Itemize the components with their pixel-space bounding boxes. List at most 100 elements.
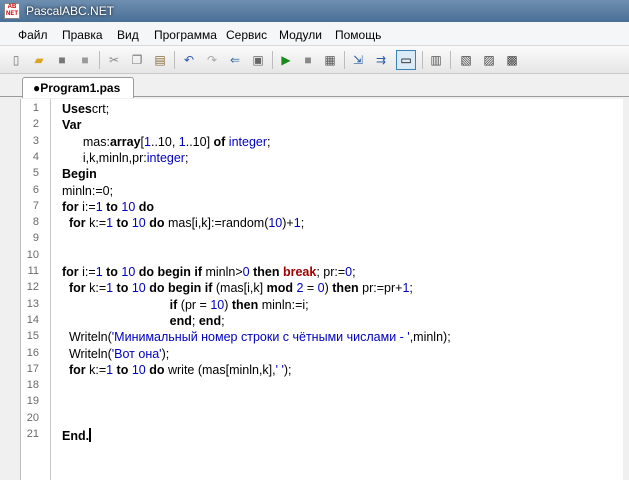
code-line: end; end; xyxy=(62,314,225,330)
code-token: 1 xyxy=(178,134,186,149)
form-designer-icon[interactable]: ▥ xyxy=(428,52,444,68)
code-token: ; xyxy=(184,150,189,165)
code-token: do xyxy=(135,199,155,214)
code-token: 10 xyxy=(128,281,146,296)
code-token: for xyxy=(62,199,79,214)
run-icon[interactable]: ▶ xyxy=(278,52,294,68)
line-number-gutter: 1 2 3 4 5 6 7 8 9 10 11 12 13 14 15 16 17 18 19 20 21 xyxy=(21,99,47,480)
code-editor[interactable]: 1 2 3 4 5 6 7 8 9 10 11 12 13 14 15 16 17 18 19 20 21 Usescr… xyxy=(20,99,623,480)
code-token: i:= xyxy=(78,265,96,279)
step-into-icon[interactable]: ⇲ xyxy=(350,52,366,68)
window-title: PascalABC.NET xyxy=(26,4,115,18)
menu-service[interactable]: Сервис xyxy=(226,28,267,42)
code-token: = xyxy=(303,281,318,296)
code-token: mod xyxy=(266,281,293,296)
code-token: Writeln( xyxy=(62,346,112,361)
code-token: ; xyxy=(300,216,305,231)
code-token: do xyxy=(145,216,165,231)
code-token: 10 xyxy=(117,265,136,279)
menu-modules[interactable]: Модули xyxy=(279,28,322,42)
output-window-icon[interactable]: ▭ xyxy=(396,50,416,70)
code-token: do xyxy=(145,362,165,377)
menu-edit[interactable]: Правка xyxy=(62,28,103,42)
tab-program1[interactable]: ●Program1.pas xyxy=(22,77,134,98)
code-line: for k:=1 to 10 do write (mas[minln,k],' … xyxy=(62,363,292,379)
cut-icon[interactable]: ✂ xyxy=(106,52,122,68)
code-token: ..10] xyxy=(185,134,214,149)
line-number: 13 xyxy=(26,297,39,310)
code-token: End. xyxy=(62,429,90,443)
paste-icon[interactable]: ▤ xyxy=(152,52,168,68)
code-token: ; pr:= xyxy=(316,265,346,279)
line-number: 16 xyxy=(26,346,39,359)
line-number: 1 xyxy=(32,102,39,114)
menu-file[interactable]: Файл xyxy=(18,28,48,42)
code-token: end xyxy=(198,313,222,328)
code-line: End. xyxy=(62,428,92,444)
code-line: Writeln('Вот она'); xyxy=(62,347,169,363)
stop-icon[interactable]: ■ xyxy=(300,52,316,68)
open-folder-icon[interactable]: ▰ xyxy=(31,52,47,68)
save-icon[interactable]: ■ xyxy=(54,52,70,68)
line-number: 17 xyxy=(26,362,39,375)
code-token: Uses xyxy=(62,102,92,116)
code-token: ); xyxy=(161,346,170,361)
code-token: 1 xyxy=(293,216,301,231)
menu-view[interactable]: Вид xyxy=(117,28,139,42)
line-number: 3 xyxy=(32,134,39,147)
code-token: ); xyxy=(283,362,292,377)
toolbar-separator xyxy=(272,51,273,69)
code-line: mas:array[1..10, 1..10] of integer; xyxy=(62,135,271,151)
code-line: minln:=0; xyxy=(62,184,113,200)
code-token: 10 xyxy=(128,362,146,377)
code-token: )+ xyxy=(282,216,294,231)
dll-icon[interactable]: ▧ xyxy=(458,52,474,68)
code-token: for xyxy=(68,281,86,296)
code-token: 1 xyxy=(95,199,103,214)
code-token: of xyxy=(213,134,226,149)
code-token: break xyxy=(279,265,317,279)
code-token: 10 xyxy=(210,297,225,312)
toolbar-separator xyxy=(99,51,100,69)
code-token: 0 xyxy=(242,265,250,279)
line-number: 11 xyxy=(27,265,39,277)
code-token: ; xyxy=(352,265,356,279)
code-token: k:= xyxy=(85,362,107,377)
new-file-icon[interactable]: ▯ xyxy=(8,52,24,68)
code-token: then xyxy=(332,281,359,296)
line-number: 4 xyxy=(32,150,39,163)
menu-program[interactable]: Программа xyxy=(154,28,217,42)
debug-icon[interactable]: ▦ xyxy=(322,52,338,68)
exit-icon[interactable]: ▩ xyxy=(504,52,520,68)
line-number: 5 xyxy=(32,167,39,180)
code-line: for i:=1 to 10 do xyxy=(62,200,154,216)
help-icon[interactable]: ▨ xyxy=(481,52,497,68)
code-token: k:= xyxy=(85,216,107,231)
format-code-icon[interactable]: ⇐ xyxy=(227,52,243,68)
code-token: Begin xyxy=(62,167,97,182)
code-token: write (mas[minln,k], xyxy=(164,362,276,377)
line-number: 18 xyxy=(26,379,39,392)
code-token: 1 xyxy=(144,134,151,149)
line-number: 8 xyxy=(32,216,39,229)
line-number: 9 xyxy=(32,232,39,245)
copy-icon[interactable]: ❐ xyxy=(129,52,145,68)
line-number: 2 xyxy=(32,118,39,131)
redo-icon[interactable]: ↷ xyxy=(204,52,220,68)
code-line: i,k,minln,pr:integer; xyxy=(62,150,189,167)
code-token: integer xyxy=(225,134,268,149)
step-over-icon[interactable]: ⇉ xyxy=(373,52,389,68)
code-token: Var xyxy=(62,118,82,133)
save-all-icon[interactable]: ■ xyxy=(77,52,93,68)
compile-icon[interactable]: ▣ xyxy=(250,52,266,68)
code-token: 0 xyxy=(317,281,325,296)
code-token: then xyxy=(249,265,280,279)
line-number: 20 xyxy=(26,411,39,424)
undo-icon[interactable]: ↶ xyxy=(181,52,197,68)
code-token: then xyxy=(231,297,259,312)
menu-help[interactable]: Помощь xyxy=(335,28,381,42)
line-number: 21 xyxy=(26,428,39,440)
